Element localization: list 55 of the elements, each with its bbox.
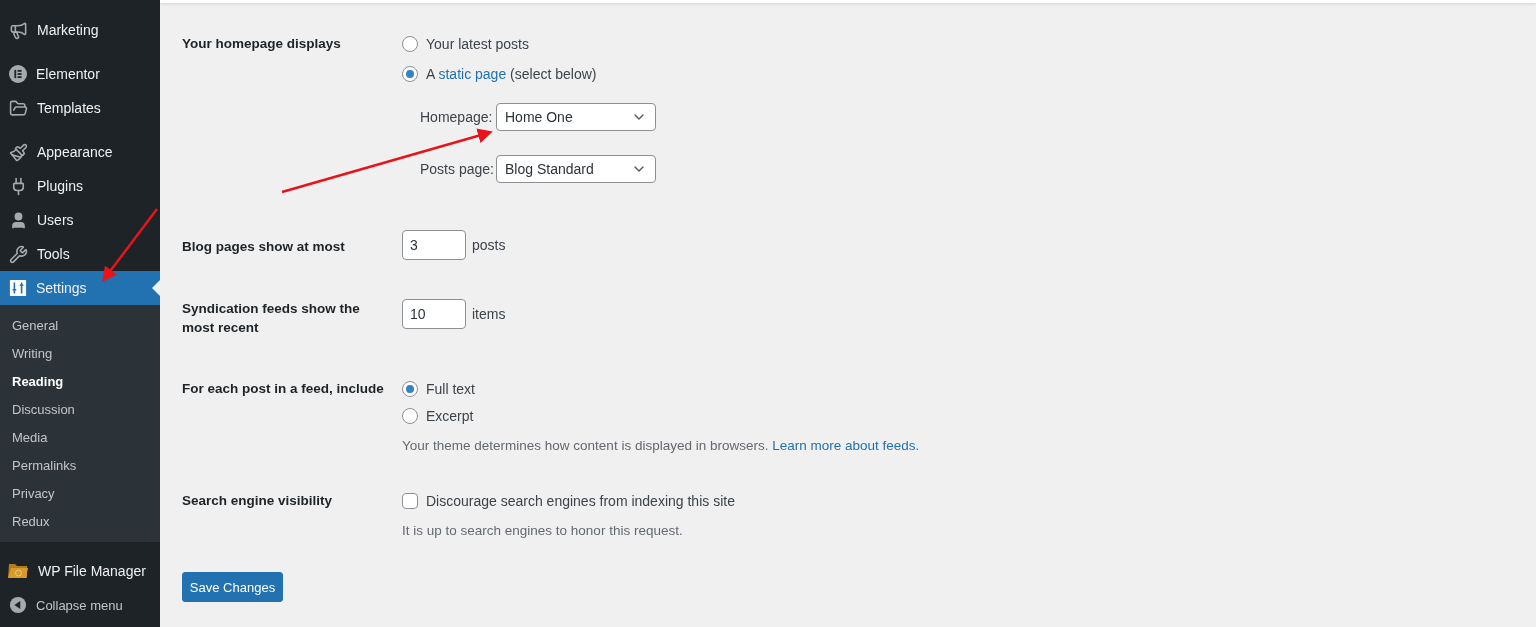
- checkbox-label: Discourage search engines from indexing this site: [426, 493, 735, 509]
- submenu-item[interactable]: Redux: [0, 507, 160, 535]
- radio-button[interactable]: [402, 408, 418, 424]
- sidebar-menu-item[interactable]: Elementor: [0, 57, 160, 91]
- setting-label: For each post in a feed, include: [182, 380, 385, 398]
- number-field[interactable]: 10: [402, 299, 466, 329]
- description-text: Your theme determines how content is displayed in browsers. Learn more about feeds.: [402, 438, 921, 453]
- folder-icon: [9, 98, 28, 118]
- checkbox[interactable]: [402, 493, 418, 509]
- collapse-menu-button[interactable]: Collapse menu: [0, 588, 160, 622]
- submenu-item[interactable]: Permalinks: [0, 451, 160, 479]
- unit-label: posts: [472, 237, 506, 253]
- setting-label: Blog pages show at most: [182, 238, 346, 256]
- save-changes-button[interactable]: Save Changes: [182, 572, 283, 602]
- paintbrush-icon: [9, 142, 28, 162]
- select-label: Homepage:: [420, 109, 492, 125]
- option-label: A static page (select below): [426, 66, 597, 82]
- feeds-link[interactable]: Learn more about feeds.: [772, 438, 920, 453]
- option-label: Excerpt: [426, 408, 474, 424]
- submenu-item[interactable]: Writing: [0, 339, 160, 367]
- user-icon: [9, 210, 28, 230]
- radio-button[interactable]: [402, 66, 418, 82]
- radio-button[interactable]: [402, 36, 418, 52]
- number-field[interactable]: 3: [402, 230, 466, 260]
- submenu-item[interactable]: Reading: [0, 367, 160, 395]
- submenu-item[interactable]: Privacy: [0, 479, 160, 507]
- setting-label: Your homepage displays: [182, 35, 342, 53]
- settings-icon: [9, 279, 27, 297]
- submenu-item[interactable]: General: [0, 311, 160, 339]
- sidebar-menu-item[interactable]: Plugins: [0, 169, 160, 203]
- page-select[interactable]: Home One: [496, 103, 656, 131]
- sidebar-menu-item[interactable]: Settings: [0, 271, 160, 305]
- description-text: It is up to search engines to honor this request.: [402, 523, 684, 538]
- unit-label: items: [472, 306, 506, 322]
- setting-label: Syndication feeds show the most recent: [182, 300, 361, 337]
- folder-icon: [7, 562, 29, 580]
- static-page-link[interactable]: static page: [438, 66, 507, 82]
- megaphone-icon: [9, 20, 28, 40]
- wrench-icon: [9, 244, 28, 264]
- sidebar-menu-item[interactable]: WP File Manager: [0, 554, 160, 588]
- sidebar-menu-item[interactable]: Marketing: [0, 13, 160, 47]
- submenu-item[interactable]: Discussion: [0, 395, 160, 423]
- option-label: Your latest posts: [426, 36, 529, 52]
- elementor-icon: [9, 65, 27, 83]
- option-label: Full text: [426, 381, 475, 397]
- sidebar-menu-item[interactable]: Tools: [0, 237, 160, 271]
- sidebar-menu-item[interactable]: Appearance: [0, 135, 160, 169]
- submenu-item[interactable]: Media: [0, 423, 160, 451]
- radio-button[interactable]: [402, 381, 418, 397]
- collapse-icon: [9, 596, 27, 614]
- sidebar-menu-item[interactable]: Users: [0, 203, 160, 237]
- select-label: Posts page:: [420, 161, 492, 177]
- sidebar-menu-item[interactable]: Templates: [0, 91, 160, 125]
- page-select[interactable]: Blog Standard: [496, 155, 656, 183]
- setting-label: Search engine visibility: [182, 492, 334, 510]
